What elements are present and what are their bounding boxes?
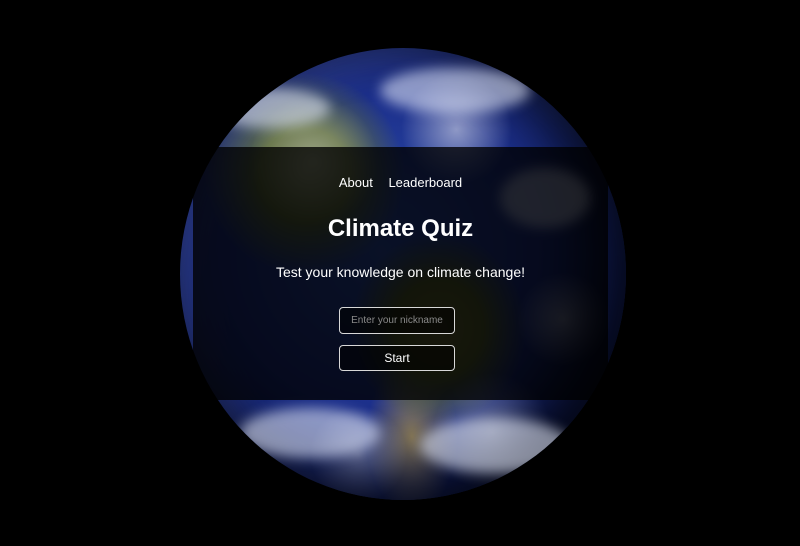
nav-link-about[interactable]: About	[339, 175, 373, 190]
quiz-panel: About Leaderboard Climate Quiz Test your…	[193, 147, 608, 400]
nickname-input[interactable]	[339, 307, 455, 334]
page-title: Climate Quiz	[327, 215, 474, 242]
cloud-shape	[380, 68, 530, 113]
page-subtitle: Test your knowledge on climate change!	[275, 264, 526, 280]
start-button[interactable]: Start	[339, 345, 455, 371]
cloud-shape	[210, 88, 330, 128]
page-stage: About Leaderboard Climate Quiz Test your…	[0, 0, 800, 546]
cloud-shape	[420, 418, 570, 473]
top-nav: About Leaderboard	[193, 175, 608, 190]
nav-link-leaderboard[interactable]: Leaderboard	[388, 175, 462, 190]
cloud-shape	[240, 408, 380, 458]
